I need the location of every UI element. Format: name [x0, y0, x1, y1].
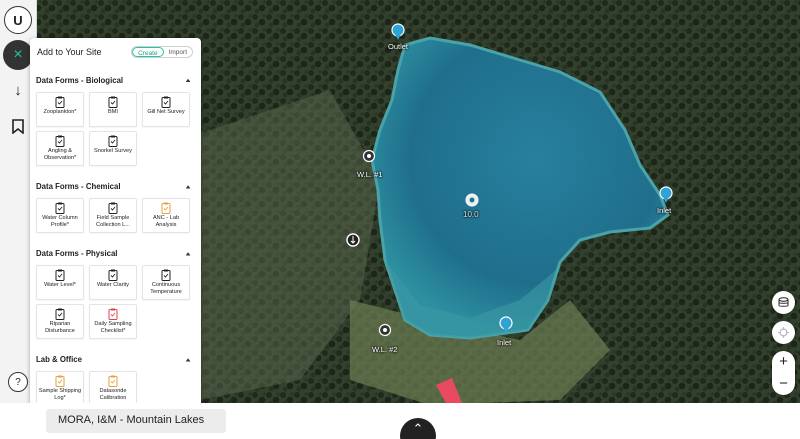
clipboard-icon — [55, 308, 65, 320]
app-logo-icon[interactable]: U — [4, 6, 32, 34]
bookmark-icon[interactable] — [4, 112, 32, 140]
form-tile[interactable]: BMI — [89, 92, 137, 127]
clipboard-icon — [161, 96, 171, 108]
layers-icon — [778, 297, 789, 307]
form-tile[interactable]: Gill Net Survey — [142, 92, 190, 127]
pin-label-depth: 10.0 — [463, 210, 479, 219]
close-panel-button[interactable]: × — [3, 40, 33, 70]
form-tile-label: Continuous Temperature — [150, 282, 182, 295]
download-icon[interactable]: ↓ — [4, 76, 32, 104]
form-tile[interactable]: Continuous Temperature — [142, 265, 190, 300]
form-tile-label: Field Sample Collection L... — [96, 215, 130, 228]
chevron-up-icon[interactable]: ▲ — [184, 356, 192, 362]
chevron-up-icon: ⌃ — [412, 421, 424, 436]
form-tile[interactable]: Angling & Observation* — [36, 131, 84, 166]
form-tile-label: Riparian Disturbance — [45, 321, 75, 334]
form-tile[interactable]: Sample Shipping Log* — [36, 371, 84, 406]
chevron-up-icon[interactable]: ▲ — [184, 250, 192, 256]
form-tile[interactable]: Zooplankton* — [36, 92, 84, 127]
zoom-in-button[interactable]: + — [772, 351, 795, 373]
map-pin-wl1[interactable] — [362, 149, 376, 163]
form-tile-label: Zooplankton* — [43, 109, 77, 115]
form-tile[interactable]: ANC - Lab Analysis — [142, 198, 190, 233]
clipboard-orange-icon — [55, 375, 65, 387]
form-tile-label: Snorkel Survey — [94, 148, 132, 154]
form-tile-label: Daily Sampling Checklist* — [94, 321, 132, 334]
form-tile-label: Water Clarity — [96, 282, 130, 288]
pin-label-outlet: Outlet — [388, 42, 409, 51]
section-title-chemical: Data Forms - Chemical — [36, 182, 121, 191]
clipboard-icon — [55, 202, 65, 214]
layers-button[interactable] — [772, 291, 795, 314]
import-tab[interactable]: Import — [164, 47, 192, 57]
pin-label-wl2: W.L. #2 — [372, 345, 398, 354]
clipboard-icon — [55, 135, 65, 147]
clipboard-icon — [108, 135, 118, 147]
clipboard-icon — [55, 269, 65, 281]
clipboard-icon — [108, 202, 118, 214]
pin-label-inlet-south: Inlet — [497, 338, 512, 347]
clipboard-icon — [108, 96, 118, 108]
chevron-up-icon[interactable]: ▲ — [184, 183, 192, 189]
map-pin-marker[interactable] — [346, 233, 360, 247]
crosshair-icon — [778, 327, 789, 338]
form-tile-label: Water Level* — [44, 282, 76, 288]
form-tile-label: BMI — [108, 109, 118, 115]
form-tile[interactable]: Datasonde Calibration — [89, 371, 137, 406]
add-to-site-panel: Add to Your Site Create Import Data Form… — [30, 38, 201, 416]
section-title-lab-office: Lab & Office — [36, 355, 82, 364]
clipboard-orange-icon — [161, 202, 171, 214]
pin-label-inlet-east: Inlet — [657, 206, 672, 215]
create-import-toggle[interactable]: Create Import — [131, 46, 193, 58]
form-tile[interactable]: Snorkel Survey — [89, 131, 137, 166]
create-tab[interactable]: Create — [132, 47, 164, 57]
form-tile[interactable]: Water Column Profile* — [36, 198, 84, 233]
form-tile[interactable]: Field Sample Collection L... — [89, 198, 137, 233]
form-tile-label: Datasonde Calibration — [99, 388, 127, 401]
help-button[interactable]: ? — [8, 372, 28, 392]
locate-button[interactable] — [772, 321, 795, 344]
form-tile-label: Gill Net Survey — [147, 109, 185, 115]
form-tile-label: ANC - Lab Analysis — [152, 215, 180, 228]
chevron-up-icon[interactable]: ▲ — [184, 77, 192, 83]
site-name-label[interactable]: MORA, I&M - Mountain Lakes — [46, 409, 226, 433]
clipboard-red-icon — [108, 308, 118, 320]
form-tile-label: Sample Shipping Log* — [38, 388, 82, 401]
map-pin-depth[interactable] — [465, 193, 479, 207]
form-tile-label: Angling & Observation* — [43, 148, 77, 161]
form-tile[interactable]: Water Level* — [36, 265, 84, 300]
section-title-biological: Data Forms - Biological — [36, 76, 124, 85]
pin-label-wl1: W.L. #1 — [357, 170, 383, 179]
form-tile[interactable]: Daily Sampling Checklist* — [89, 304, 137, 339]
clipboard-icon — [55, 96, 65, 108]
panel-title: Add to Your Site — [37, 47, 102, 57]
clipboard-orange-icon — [108, 375, 118, 387]
form-tile-label: Water Column Profile* — [42, 215, 78, 228]
clipboard-icon — [108, 269, 118, 281]
clipboard-icon — [161, 269, 171, 281]
form-tile[interactable]: Water Clarity — [89, 265, 137, 300]
zoom-control: + − — [772, 351, 795, 395]
map-pin-wl2[interactable] — [378, 323, 392, 337]
form-tile[interactable]: Riparian Disturbance — [36, 304, 84, 339]
zoom-out-button[interactable]: − — [772, 373, 795, 395]
section-title-physical: Data Forms - Physical — [36, 249, 118, 258]
